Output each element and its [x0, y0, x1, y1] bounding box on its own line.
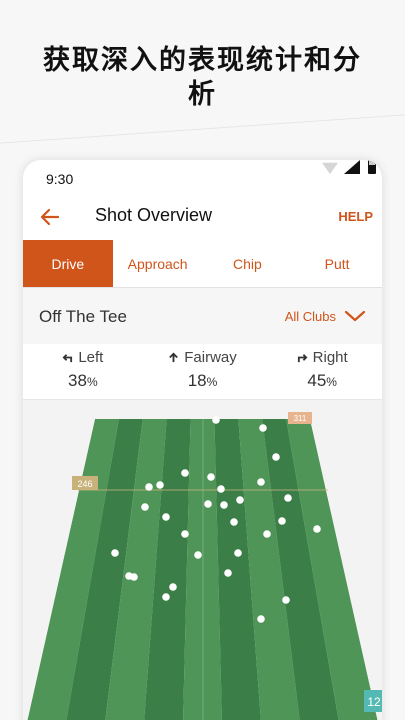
- shot-dot: [278, 517, 286, 525]
- shot-dot: [313, 525, 321, 533]
- distance-marker-top: 311: [294, 414, 307, 423]
- battery-icon: [368, 160, 376, 174]
- stat-fairway: Fairway 18%: [143, 344, 263, 399]
- shot-dot: [263, 530, 271, 538]
- club-filter-dropdown[interactable]: All Clubs: [285, 306, 366, 326]
- section-header: Off The Tee All Clubs: [23, 288, 382, 344]
- chevron-down-icon: [344, 310, 366, 322]
- shot-dot: [284, 494, 292, 502]
- tab-putt[interactable]: Putt: [292, 240, 382, 287]
- help-button[interactable]: HELP: [338, 209, 373, 224]
- stat-fairway-label: Fairway: [184, 349, 237, 366]
- shot-dot: [212, 416, 220, 424]
- shot-dot: [282, 596, 290, 604]
- shot-dot: [194, 551, 202, 559]
- status-time: 9:30: [46, 171, 74, 187]
- shot-dot: [259, 424, 267, 432]
- stat-right: Right 45%: [262, 344, 382, 399]
- shot-dot: [111, 549, 119, 557]
- promo-headline: 获取深入的表现统计和分析: [43, 45, 362, 110]
- shot-dispersion-map[interactable]: 246 311 12: [23, 400, 382, 720]
- shot-dot: [162, 513, 170, 521]
- shot-dot: [220, 501, 228, 509]
- shot-dot: [217, 485, 225, 493]
- shot-dot: [257, 478, 265, 486]
- section-title: Off The Tee: [39, 307, 127, 326]
- stat-right-label: Right: [312, 349, 348, 366]
- distance-marker-left: 246: [77, 479, 92, 489]
- shot-dot: [156, 481, 164, 489]
- stat-left-label: Left: [78, 349, 104, 366]
- shot-dot: [272, 453, 280, 461]
- stat-left: Left 38%: [23, 344, 143, 399]
- shot-dot: [181, 469, 189, 477]
- fairway-graphic: 246 311 12: [23, 412, 382, 720]
- shot-dot: [169, 583, 177, 591]
- shot-dot: [236, 496, 244, 504]
- direction-stats: Left 38% Fairway 18% Right 45%: [23, 344, 382, 400]
- shot-type-tabs: Drive Approach Chip Putt: [23, 240, 382, 288]
- tab-chip[interactable]: Chip: [203, 240, 293, 287]
- shot-dot: [207, 473, 215, 481]
- shot-dot: [145, 483, 153, 491]
- club-filter-label: All Clubs: [284, 308, 336, 324]
- stat-fairway-value: 18: [187, 371, 207, 390]
- turn-right-arrow-icon: [297, 354, 308, 363]
- tab-approach[interactable]: Approach: [113, 240, 203, 287]
- shot-dot: [130, 573, 138, 581]
- distance-marker-bottom: 12: [367, 695, 381, 709]
- app-bar: Shot Overview HELP: [23, 196, 382, 240]
- phone-frame: 9:30 Shot Overview HELP Drive Approach C…: [23, 160, 382, 720]
- wifi-icon: [322, 162, 338, 174]
- stat-fairway-unit: %: [206, 375, 218, 389]
- tab-drive[interactable]: Drive: [23, 240, 113, 287]
- stat-left-value: 38: [68, 371, 87, 390]
- shot-dot: [141, 503, 149, 511]
- stat-left-unit: %: [86, 375, 98, 389]
- turn-left-arrow-icon: [62, 354, 73, 363]
- background-line: [0, 110, 405, 147]
- shot-dot: [224, 569, 232, 577]
- back-arrow-icon[interactable]: [39, 206, 61, 228]
- shot-dot: [230, 518, 238, 526]
- signal-icon: [344, 160, 360, 174]
- stat-right-value: 45: [307, 371, 327, 390]
- up-arrow-icon: [169, 352, 179, 363]
- stat-right-unit: %: [326, 375, 337, 389]
- shot-dot: [204, 500, 212, 508]
- page-title: Shot Overview: [95, 205, 213, 225]
- shot-dot: [162, 593, 170, 601]
- shot-dot: [234, 549, 242, 557]
- status-bar: 9:30: [23, 160, 382, 196]
- shot-dot: [181, 530, 189, 538]
- shot-dot: [257, 615, 265, 623]
